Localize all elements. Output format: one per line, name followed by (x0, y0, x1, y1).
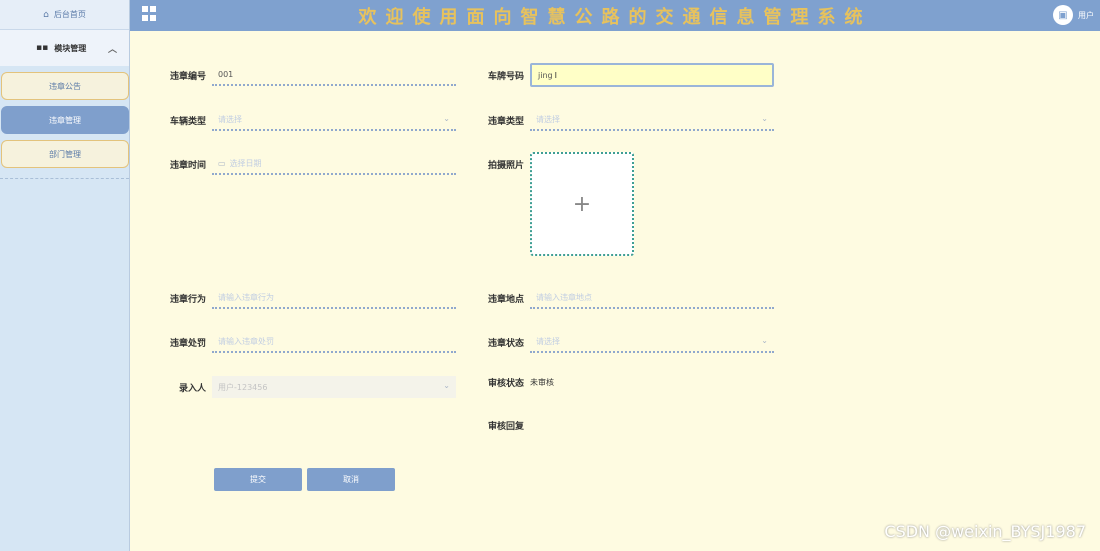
sidebar-item-department-management[interactable]: 部门管理 (1, 140, 129, 168)
label-review-status: 审核状态 (487, 379, 524, 389)
field-review-status: 审核状态 未审核 (478, 376, 554, 389)
label-vehicle-type: 车辆类型 (169, 116, 206, 127)
label-review-reply: 审核回复 (487, 422, 524, 432)
violation-place-input[interactable]: 请输入违章地点 (530, 287, 774, 309)
module-list: 违章公告 违章管理 部门管理 (0, 66, 129, 179)
vehicle-type-placeholder: 请选择 (218, 114, 242, 124)
sidebar-item-label: 违章管理 (49, 115, 81, 125)
violation-status-select[interactable]: 请选择 ⌄ (530, 331, 774, 353)
sidebar-item-label: 部门管理 (49, 149, 81, 159)
vehicle-type-select[interactable]: 请选择 ⌄ (212, 109, 456, 131)
label-violation-act: 违章行为 (169, 294, 206, 305)
violation-form: 违章编号 001 车牌号码 jing I 车辆类型 请选择 ⌄ 违章类型 请选择 … (130, 31, 1100, 551)
chevron-down-icon: ⌄ (443, 381, 450, 390)
violation-time-placeholder: 选择日期 (229, 158, 262, 168)
watermark: CSDN @weixin_BYSJ1987 (884, 522, 1086, 541)
label-violation-penalty: 违章处罚 (169, 338, 206, 349)
sidebar-item-home[interactable]: ⌂ 后台首页 (0, 0, 129, 30)
field-plate-no: 车牌号码 jing I (478, 63, 774, 87)
sidebar-module-header[interactable]: ▪▪ 模块管理 ︿ (0, 30, 129, 66)
avatar-image-icon: ▣ (1053, 5, 1073, 25)
label-photo: 拍摄照片 (487, 161, 524, 171)
violation-act-input[interactable]: 请输入违章行为 (212, 287, 456, 309)
label-violation-status: 违章状态 (487, 338, 524, 349)
field-vehicle-type: 车辆类型 请选择 ⌄ (160, 109, 456, 131)
submit-button[interactable]: 提交 (214, 468, 302, 491)
sidebar-item-violation-management[interactable]: 违章管理 (1, 106, 129, 134)
violation-place-placeholder: 请输入违章地点 (536, 292, 592, 302)
sidebar-module-label: 模块管理 (54, 43, 87, 53)
field-violation-no: 违章编号 001 (160, 64, 456, 86)
plate-no-input[interactable]: jing I (530, 63, 774, 87)
label-violation-type: 违章类型 (487, 116, 524, 127)
chevron-down-icon: ⌄ (443, 114, 450, 123)
label-plate-no: 车牌号码 (487, 71, 524, 82)
chevron-down-icon: ⌄ (761, 336, 768, 345)
violation-status-placeholder: 请选择 (536, 336, 560, 346)
field-violation-place: 违章地点 请输入违章地点 (478, 287, 774, 309)
photo-upload[interactable]: + (530, 152, 634, 256)
review-status-value: 未审核 (530, 378, 554, 387)
recorder-value: 用户-123456 (218, 382, 268, 392)
label-recorder: 录入人 (178, 383, 206, 394)
user-menu[interactable]: ▣ 用户 (1053, 5, 1094, 25)
violation-penalty-placeholder: 请输入违章处罚 (218, 336, 274, 346)
violation-no-input[interactable]: 001 (212, 64, 456, 86)
violation-penalty-input[interactable]: 请输入违章处罚 (212, 331, 456, 353)
field-recorder: 录入人 用户-123456 ⌄ (160, 376, 456, 398)
recorder-select[interactable]: 用户-123456 ⌄ (212, 376, 456, 398)
home-icon: ⌂ (43, 9, 49, 20)
violation-no-value: 001 (218, 69, 234, 79)
sidebar-item-label: 后台首页 (53, 10, 86, 19)
label-violation-place: 违章地点 (487, 294, 524, 305)
label-violation-time: 违章时间 (169, 160, 206, 171)
user-label: 用户 (1078, 10, 1094, 20)
field-review-reply: 审核回复 (478, 419, 530, 432)
page-title: 欢迎使用面向智慧公路的交通信息管理系统 (358, 7, 872, 28)
field-violation-penalty: 违章处罚 请输入违章处罚 (160, 331, 456, 353)
field-violation-status: 违章状态 请选择 ⌄ (478, 331, 774, 353)
label-violation-no: 违章编号 (169, 71, 206, 82)
cancel-button[interactable]: 取消 (307, 468, 395, 491)
sidebar-item-announcement[interactable]: 违章公告 (1, 72, 129, 100)
grid-icon: ▪▪ (36, 43, 49, 53)
violation-time-datepicker[interactable]: ▭ 选择日期 (212, 153, 456, 175)
violation-act-placeholder: 请输入违章行为 (218, 292, 274, 302)
field-violation-act: 违章行为 请输入违章行为 (160, 287, 456, 309)
violation-type-select[interactable]: 请选择 ⌄ (530, 109, 774, 131)
plus-icon: + (572, 191, 592, 217)
field-photo: 拍摄照片 + (478, 152, 634, 256)
sidebar-item-label: 违章公告 (49, 81, 81, 91)
violation-type-placeholder: 请选择 (536, 114, 560, 124)
chevron-up-icon: ︿ (107, 44, 117, 55)
header: 欢迎使用面向智慧公路的交通信息管理系统 ▣ 用户 (130, 0, 1100, 31)
field-violation-time: 违章时间 ▭ 选择日期 (160, 153, 456, 175)
field-violation-type: 违章类型 请选择 ⌄ (478, 109, 774, 131)
calendar-icon: ▭ (218, 158, 226, 168)
sidebar: ⌂ 后台首页 ▪▪ 模块管理 ︿ 违章公告 违章管理 部门管理 (0, 0, 130, 551)
chevron-down-icon: ⌄ (761, 114, 768, 123)
plate-no-value: jing (538, 70, 553, 80)
